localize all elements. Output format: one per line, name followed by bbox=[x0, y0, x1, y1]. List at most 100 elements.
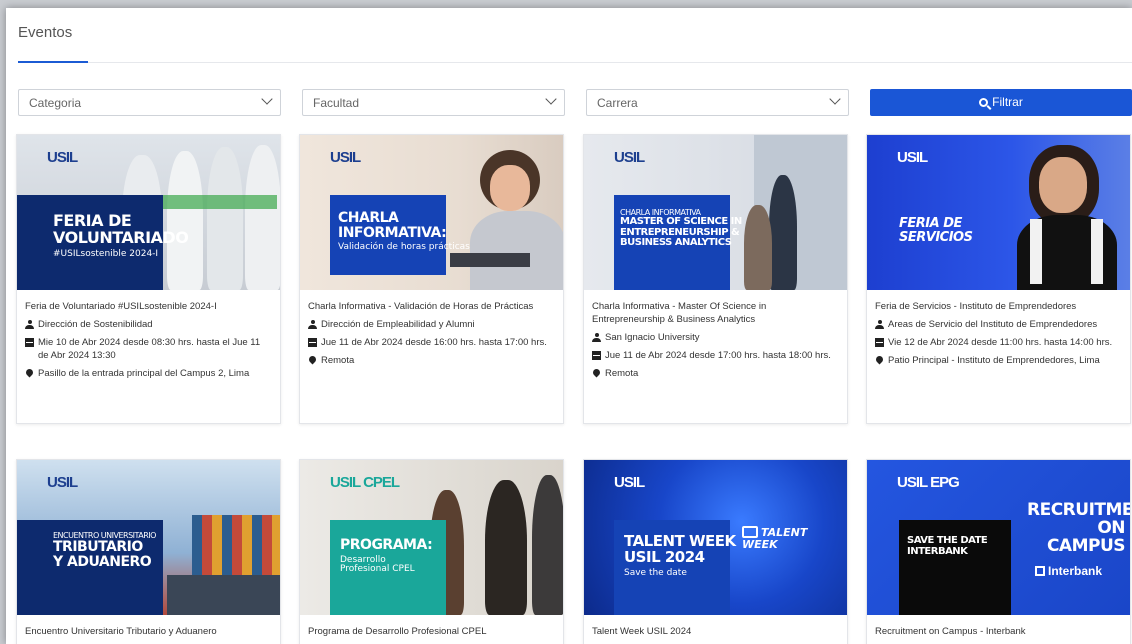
event-image-headline: ENCUENTRO UNIVERSITARIO TRIBUTARIO Y ADU… bbox=[53, 531, 156, 571]
person-figure bbox=[207, 147, 243, 290]
usil-logo: USIL CPEL bbox=[330, 474, 400, 491]
career-select[interactable]: Carrera bbox=[586, 89, 849, 116]
usil-logo: USIL bbox=[614, 474, 645, 491]
usil-logo: USIL bbox=[897, 149, 928, 166]
event-card-body: Programa de Desarrollo Profesional CPEL bbox=[300, 615, 563, 638]
event-location: Patio Principal - Instituto de Emprended… bbox=[875, 354, 1122, 367]
filter-button-label: Filtrar bbox=[992, 95, 1023, 109]
event-card-body: Encuentro Universitario Tributario y Adu… bbox=[17, 615, 280, 638]
filter-button[interactable]: Filtrar bbox=[870, 89, 1132, 116]
search-icon bbox=[979, 98, 989, 107]
event-card[interactable]: USIL FERIA DE VOLUNTARIADO #USILsostenib… bbox=[16, 134, 281, 424]
event-image: USIL CHARLA INFORMATIVA MASTER OF SCIENC… bbox=[584, 135, 847, 290]
location-pin-icon bbox=[25, 369, 34, 378]
event-name: Encuentro Universitario Tributario y Adu… bbox=[25, 626, 217, 637]
event-image: USIL FERIA DE SERVICIOS bbox=[867, 135, 1130, 290]
event-image-headline: SAVE THE DATE INTERBANK bbox=[907, 535, 988, 557]
title-underline bbox=[18, 61, 88, 63]
briefcase-icon bbox=[742, 526, 758, 538]
container-ship bbox=[192, 515, 280, 575]
event-organizer: Dirección de Empleabilidad y Alumni bbox=[308, 318, 555, 331]
user-icon bbox=[592, 333, 601, 342]
location-pin-icon bbox=[875, 356, 884, 365]
event-card[interactable]: USIL FERIA DE SERVICIOS Feria de Servici… bbox=[866, 134, 1131, 424]
event-image-headline: FERIA DE SERVICIOS bbox=[899, 216, 973, 245]
event-organizer: San Ignacio University bbox=[592, 331, 839, 344]
user-icon bbox=[875, 320, 884, 329]
event-image-headline: PROGRAMA: Desarrollo Profesional CPEL bbox=[340, 537, 433, 575]
event-card-body: Talent Week USIL 2024 bbox=[584, 615, 847, 638]
event-name: Feria de Voluntariado #USILsostenible 20… bbox=[25, 301, 217, 312]
faculty-select[interactable]: Facultad bbox=[302, 89, 565, 116]
event-date: Mie 10 de Abr 2024 desde 08:30 hrs. hast… bbox=[25, 336, 272, 362]
location-pin-icon bbox=[592, 369, 601, 378]
port-road bbox=[167, 575, 280, 615]
event-card[interactable]: USIL CHARLA INFORMATIVA: Validación de h… bbox=[299, 134, 564, 424]
person-figure bbox=[485, 480, 527, 615]
event-name: Charla Informativa - Master Of Science i… bbox=[592, 301, 767, 325]
calendar-icon bbox=[25, 338, 34, 347]
interbank-icon bbox=[1035, 566, 1045, 576]
usil-logo: USIL EPG bbox=[897, 474, 960, 491]
talent-week-badge: TALENT WEEK bbox=[742, 526, 808, 551]
event-image-headline: TALENT WEEK USIL 2024 Save the date bbox=[624, 532, 736, 578]
event-location: Remota bbox=[592, 367, 839, 380]
calendar-icon bbox=[875, 338, 884, 347]
event-image: USIL ENCUENTRO UNIVERSITARIO TRIBUTARIO … bbox=[17, 460, 280, 615]
event-date: Jue 11 de Abr 2024 desde 17:00 hrs. hast… bbox=[592, 349, 839, 362]
event-card[interactable]: USIL TALENT WEEK USIL 2024 Save the date… bbox=[583, 459, 848, 644]
recruitment-headline: RECRUITMENT ON CAMPUS bbox=[1027, 500, 1130, 556]
category-select[interactable]: Categoria bbox=[18, 89, 281, 116]
faculty-select-label: Facultad bbox=[313, 96, 360, 110]
event-location: Pasillo de la entrada principal del Camp… bbox=[25, 367, 272, 380]
event-image-headline: CHARLA INFORMATIVA: Validación de horas … bbox=[338, 210, 470, 253]
event-card-body: Feria de Voluntariado #USILsostenible 20… bbox=[17, 290, 280, 380]
person-face bbox=[1039, 157, 1087, 213]
event-organizer: Dirección de Sostenibilidad bbox=[25, 318, 272, 331]
chevron-down-icon bbox=[545, 93, 557, 105]
event-date: Jue 11 de Abr 2024 desde 16:00 hrs. hast… bbox=[308, 336, 555, 349]
event-card-body: Recruitment on Campus - Interbank bbox=[867, 615, 1130, 638]
event-image: USIL EPG SAVE THE DATE INTERBANK RECRUIT… bbox=[867, 460, 1130, 615]
usil-logo: USIL bbox=[47, 149, 78, 166]
event-card-body: Charla Informativa - Validación de Horas… bbox=[300, 290, 563, 367]
laptop bbox=[450, 253, 530, 267]
event-image: USIL FERIA DE VOLUNTARIADO #USILsostenib… bbox=[17, 135, 280, 290]
location-pin-icon bbox=[308, 356, 317, 365]
user-icon bbox=[308, 320, 317, 329]
event-card[interactable]: USIL ENCUENTRO UNIVERSITARIO TRIBUTARIO … bbox=[16, 459, 281, 644]
event-name: Talent Week USIL 2024 bbox=[592, 626, 692, 637]
event-image-headline: CHARLA INFORMATIVA MASTER OF SCIENCE IN … bbox=[620, 208, 742, 249]
person-figure bbox=[769, 175, 797, 290]
person-figure bbox=[532, 475, 563, 615]
event-name: Programa de Desarrollo Profesional CPEL bbox=[308, 626, 487, 637]
person-strap bbox=[1091, 219, 1103, 284]
event-card[interactable]: USIL EPG SAVE THE DATE INTERBANK RECRUIT… bbox=[866, 459, 1131, 644]
event-organizer: Areas de Servicio del Instituto de Empre… bbox=[875, 318, 1122, 331]
event-card-body: Feria de Servicios - Instituto de Empren… bbox=[867, 290, 1130, 367]
filter-bar: Categoria Facultad Carrera Filtrar bbox=[18, 89, 1132, 116]
chevron-down-icon bbox=[829, 93, 841, 105]
event-name: Recruitment on Campus - Interbank bbox=[875, 626, 1026, 637]
app-frame: Eventos Categoria Facultad Carrera Filtr… bbox=[6, 8, 1132, 644]
event-image: USIL CHARLA INFORMATIVA: Validación de h… bbox=[300, 135, 563, 290]
category-select-label: Categoria bbox=[29, 96, 82, 110]
event-card[interactable]: USIL CHARLA INFORMATIVA MASTER OF SCIENC… bbox=[583, 134, 848, 424]
person-figure bbox=[744, 205, 772, 290]
person-sweater bbox=[470, 211, 563, 290]
event-date: Vie 12 de Abr 2024 desde 11:00 hrs. hast… bbox=[875, 336, 1122, 349]
event-name: Feria de Servicios - Instituto de Empren… bbox=[875, 301, 1077, 312]
calendar-icon bbox=[308, 338, 317, 347]
page-title: Eventos bbox=[18, 24, 73, 41]
event-image: USIL CPEL PROGRAMA: Desarrollo Profesion… bbox=[300, 460, 563, 615]
career-select-label: Carrera bbox=[597, 96, 638, 110]
interbank-logo: Interbank bbox=[1035, 564, 1102, 578]
person-strap bbox=[1030, 219, 1042, 284]
event-location: Remota bbox=[308, 354, 555, 367]
event-card[interactable]: USIL CPEL PROGRAMA: Desarrollo Profesion… bbox=[299, 459, 564, 644]
user-icon bbox=[25, 320, 34, 329]
usil-logo: USIL bbox=[614, 149, 645, 166]
usil-logo: USIL bbox=[330, 149, 361, 166]
chevron-down-icon bbox=[261, 93, 273, 105]
title-divider bbox=[18, 62, 1132, 63]
